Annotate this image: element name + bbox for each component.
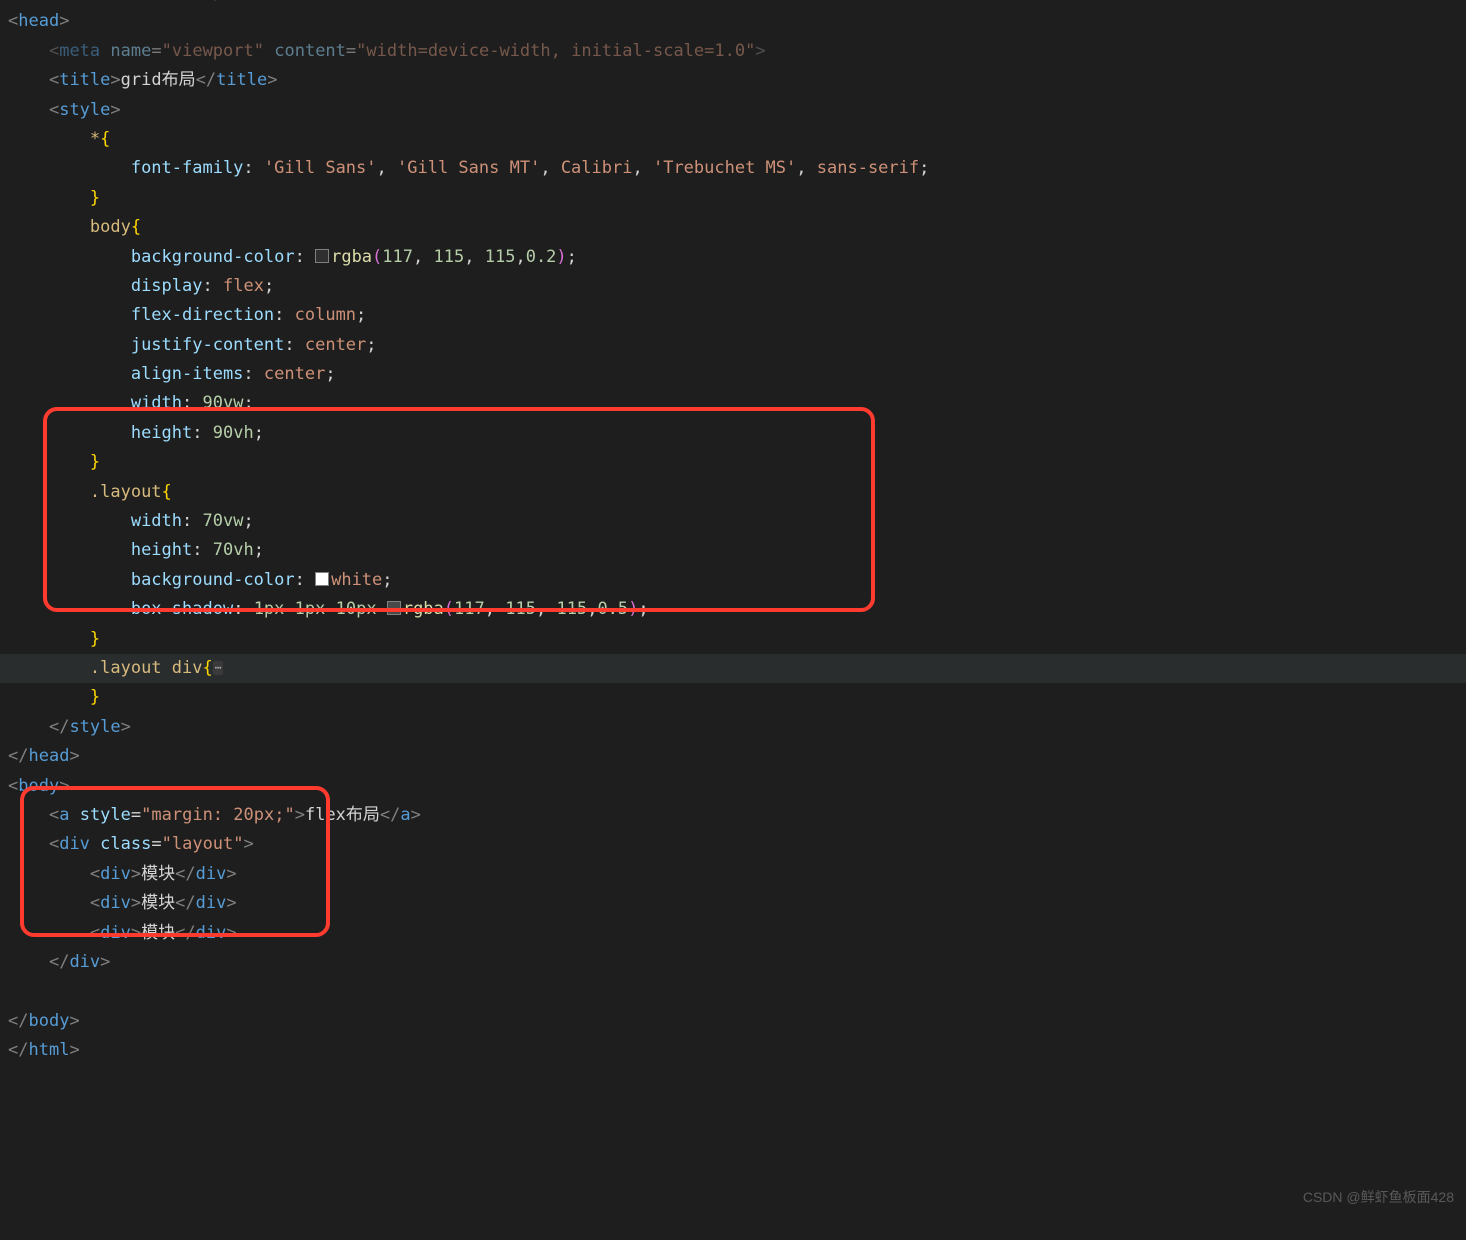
code-line: </head>	[0, 742, 1466, 771]
code-line: </html>	[0, 1036, 1466, 1065]
code-line: font-family: 'Gill Sans', 'Gill Sans MT'…	[0, 154, 1466, 183]
code-line: height: 90vh;	[0, 419, 1466, 448]
code-line: box-shadow: 1px 1px 10px rgba(117, 115, …	[0, 595, 1466, 624]
code-line: flex-direction: column;	[0, 301, 1466, 330]
code-line: height: 70vh;	[0, 536, 1466, 565]
code-line: width: 90vw;	[0, 389, 1466, 418]
code-line: }	[0, 683, 1466, 712]
code-line: <style>	[0, 96, 1466, 125]
code-line: }	[0, 184, 1466, 213]
code-line: }	[0, 625, 1466, 654]
code-editor[interactable]: <meta name="viewport" content="width=dev…	[0, 0, 1466, 1065]
code-line: background-color: rgba(117, 115, 115,0.2…	[0, 243, 1466, 272]
color-swatch-icon	[315, 572, 329, 586]
code-line: *{	[0, 125, 1466, 154]
code-line: <div class="layout">	[0, 830, 1466, 859]
code-line: <div>模块</div>	[0, 919, 1466, 948]
code-line: <body>	[0, 772, 1466, 801]
fold-indicator-icon[interactable]: ⋯	[213, 661, 224, 675]
code-line: <head>	[0, 7, 1466, 36]
code-line: display: flex;	[0, 272, 1466, 301]
code-line	[0, 977, 1466, 1006]
code-line: align-items: center;	[0, 360, 1466, 389]
code-line: width: 70vw;	[0, 507, 1466, 536]
code-line: .layout{	[0, 478, 1466, 507]
code-line: </body>	[0, 1007, 1466, 1036]
code-line: body{	[0, 213, 1466, 242]
color-swatch-icon	[387, 601, 401, 615]
code-line: <meta name="viewport" content="width=dev…	[0, 37, 1466, 66]
code-line: <meta name="viewport" content="width=dev…	[0, 0, 1466, 7]
code-line: <title>grid布局</title>	[0, 66, 1466, 95]
code-line: <div>模块</div>	[0, 889, 1466, 918]
code-line: justify-content: center;	[0, 331, 1466, 360]
code-line: background-color: white;	[0, 566, 1466, 595]
color-swatch-icon	[315, 249, 329, 263]
code-line: <div>模块</div>	[0, 860, 1466, 889]
code-line: }	[0, 448, 1466, 477]
code-line: </style>	[0, 713, 1466, 742]
watermark-text: CSDN @鲜虾鱼板面428	[1303, 1183, 1454, 1212]
code-line: </div>	[0, 948, 1466, 977]
code-line: <a style="margin: 20px;">flex布局</a>	[0, 801, 1466, 830]
code-line-active: .layout div{⋯	[0, 654, 1466, 683]
